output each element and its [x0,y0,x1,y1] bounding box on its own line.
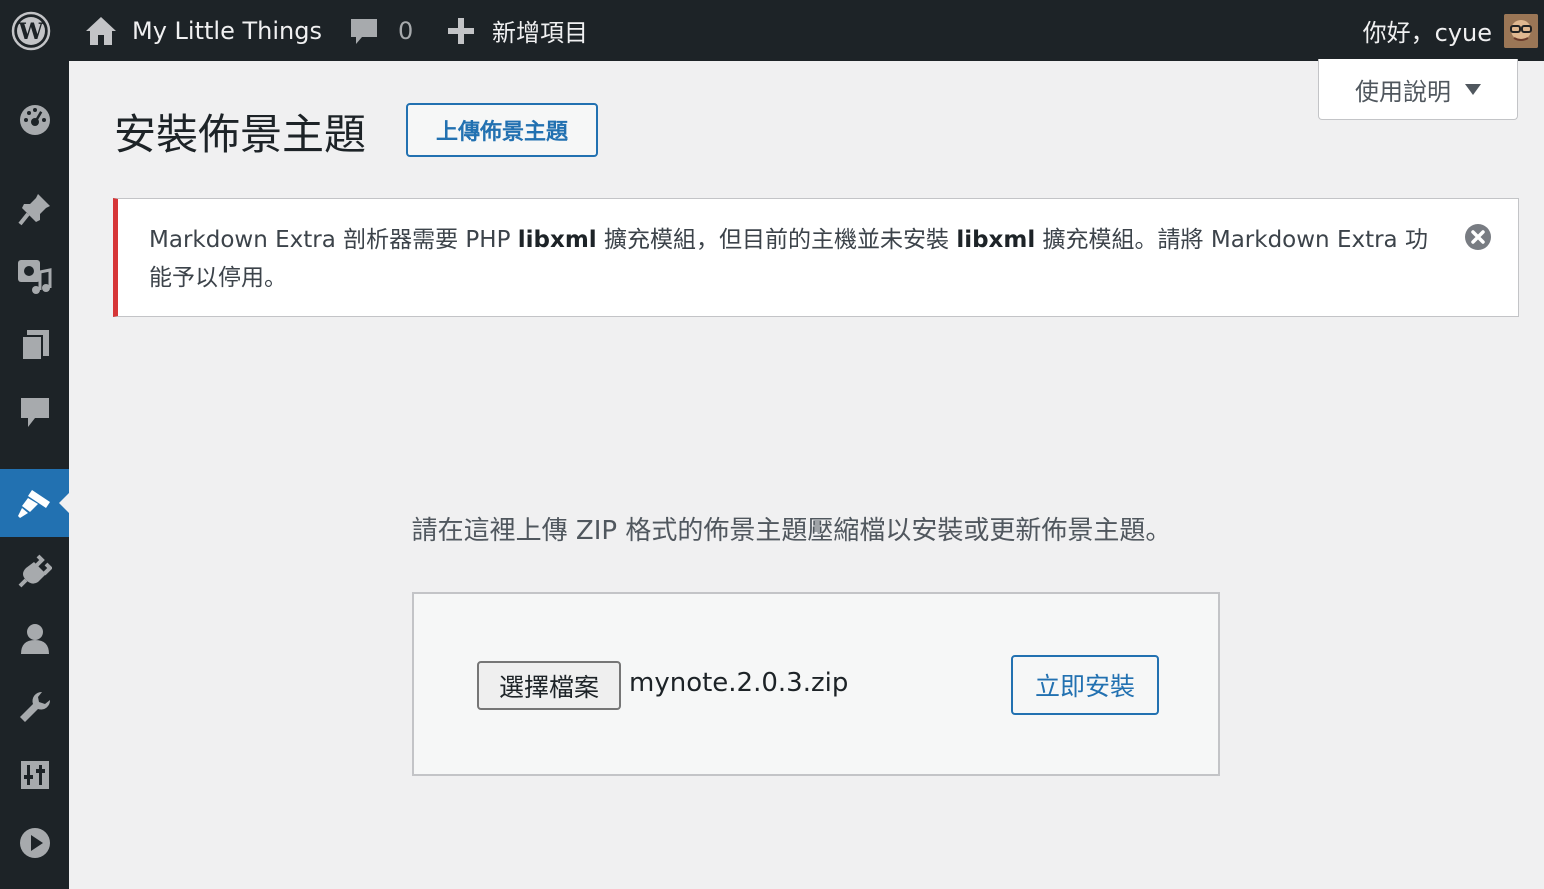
menu-posts[interactable] [0,175,69,243]
notice-libxml: libxml [956,227,1036,253]
notice-text-part: Markdown Extra 剖析器需要 PHP [149,227,518,253]
menu-media[interactable] [0,243,69,311]
pages-icon [20,330,49,361]
comment-bubble-icon [351,18,377,44]
admin-bar: W My Little Things 0 新增項目 你好，cyue [0,0,1544,61]
choose-file-button[interactable]: 選擇檔案 [477,661,621,710]
comments-link[interactable]: 0 [348,0,413,61]
menu-dashboard[interactable] [0,85,69,153]
comment-icon [20,398,49,427]
menu-pages[interactable] [0,311,69,379]
user-icon [20,624,49,654]
error-notice: Markdown Extra 剖析器需要 PHP libxml 擴充模組，但目前… [113,198,1519,317]
pushpin-icon [17,194,50,226]
paintbrush-icon [17,490,50,518]
menu-users[interactable] [0,605,69,673]
new-content-menu[interactable]: 新增項目 [446,0,588,61]
wordpress-logo-icon[interactable]: W [8,0,54,61]
plus-icon [448,17,474,44]
selected-file-name: mynote.2.0.3.zip [629,668,849,698]
media-icon [17,260,51,294]
menu-plugins[interactable] [0,537,69,605]
wrench-icon [19,691,50,722]
user-avatar [1504,13,1538,48]
dashboard-gauge-icon [19,105,50,135]
play-icon [19,828,50,858]
site-name: My Little Things [132,16,322,45]
home-icon [86,16,116,45]
admin-menu [0,61,69,889]
menu-tools[interactable] [0,673,69,741]
upload-theme-button[interactable]: 上傳佈景主題 [406,103,598,157]
my-account-menu[interactable]: 你好，cyue [1363,0,1538,61]
menu-settings[interactable] [0,741,69,809]
main-content: 使用說明 安裝佈景主題 上傳佈景主題 Markdown Extra 剖析器需要 … [69,59,1544,889]
notice-libxml: libxml [517,227,597,253]
new-content-label: 新增項目 [492,19,588,47]
upload-help-text: 請在這裡上傳 ZIP 格式的佈景主題壓縮檔以安裝或更新佈景主題。 [411,516,1172,546]
notice-text-part: 擴充模組，但目前的主機並未安裝 [596,227,957,253]
close-circle-icon [1465,224,1491,250]
comments-count: 0 [398,16,414,45]
dismiss-notice-button[interactable] [1464,223,1492,251]
menu-comments[interactable] [0,379,69,447]
menu-appearance[interactable] [0,469,69,537]
chevron-down-icon [1465,83,1481,95]
install-now-button[interactable]: 立即安裝 [1011,655,1159,715]
plugin-icon [18,554,52,588]
help-tab-label: 使用說明 [1355,77,1451,106]
greeting-text: 你好，cyue [1362,19,1492,47]
svg-text:W: W [18,19,44,45]
page-title: 安裝佈景主題 [114,110,367,159]
site-name-link[interactable]: My Little Things [84,0,322,61]
menu-media-player[interactable] [0,809,69,877]
sliders-icon [20,761,49,789]
notice-message: Markdown Extra 剖析器需要 PHP libxml 擴充模組，但目前… [149,221,1439,297]
help-tab-button[interactable]: 使用說明 [1318,59,1518,120]
upload-form: 選擇檔案 mynote.2.0.3.zip 立即安裝 [412,592,1220,776]
